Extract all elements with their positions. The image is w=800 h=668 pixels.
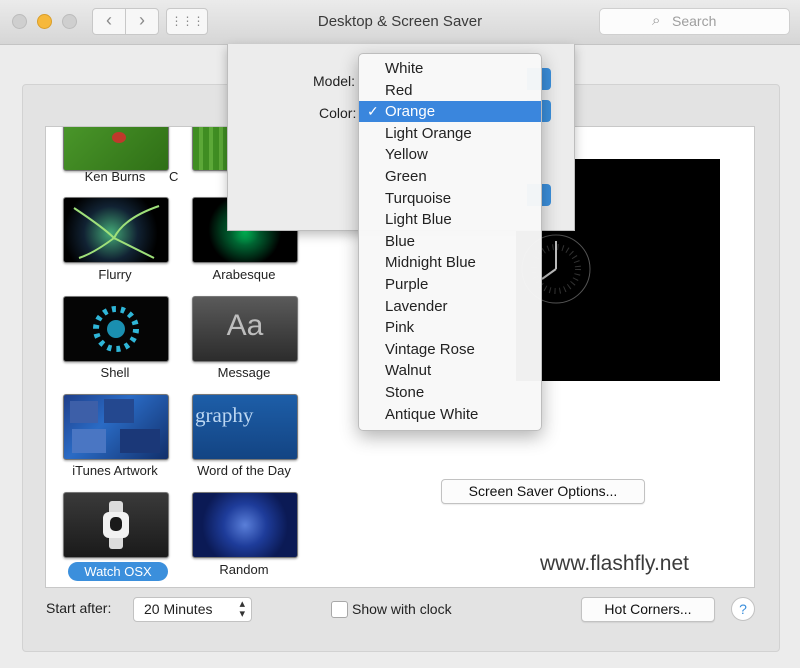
help-button[interactable]: ? bbox=[731, 597, 755, 621]
menu-item-light-blue[interactable]: Light Blue bbox=[359, 209, 541, 230]
menu-item-vintage-rose[interactable]: Vintage Rose bbox=[359, 339, 541, 360]
saver-thumb-shell[interactable] bbox=[63, 296, 169, 362]
color-label: Color: bbox=[319, 105, 357, 121]
menu-item-blue[interactable]: Blue bbox=[359, 231, 541, 252]
saver-thumb-random[interactable] bbox=[192, 492, 298, 558]
show-with-clock-label: Show with clock bbox=[352, 601, 452, 617]
saver-label: C bbox=[169, 169, 179, 184]
color-menu[interactable]: White Red ✓ Orange Light Orange Yellow G… bbox=[358, 53, 542, 431]
saver-thumb-message[interactable]: Aa bbox=[192, 296, 298, 362]
flurry-image bbox=[73, 205, 160, 259]
menu-item-midnight-blue[interactable]: Midnight Blue bbox=[359, 252, 541, 273]
title-bar: ‹ › ⋮⋮⋮ Desktop & Screen Saver ⌕ Search bbox=[0, 0, 800, 45]
saver-label: Word of the Day bbox=[197, 463, 291, 478]
menu-item-lavender[interactable]: Lavender bbox=[359, 296, 541, 317]
ladybug-image bbox=[112, 132, 126, 143]
saver-label-selected: Watch OSX bbox=[68, 562, 168, 581]
shell-image bbox=[93, 306, 139, 352]
saver-thumb-ken-burns[interactable] bbox=[63, 127, 169, 171]
hot-corners-button[interactable]: Hot Corners... bbox=[581, 597, 715, 622]
screen-saver-options-button[interactable]: Screen Saver Options... bbox=[441, 479, 645, 504]
message-thumb-text: Aa bbox=[226, 309, 264, 342]
model-label: Model: bbox=[313, 73, 356, 89]
menu-item-purple[interactable]: Purple bbox=[359, 274, 541, 295]
watch-icon bbox=[103, 501, 129, 549]
menu-item-pink[interactable]: Pink bbox=[359, 317, 541, 338]
search-input[interactable]: ⌕ Search bbox=[599, 8, 790, 35]
menu-item-light-orange[interactable]: Light Orange bbox=[359, 123, 541, 144]
menu-item-turquoise[interactable]: Turquoise bbox=[359, 188, 541, 209]
search-placeholder: Search bbox=[672, 13, 717, 29]
menu-item-label: Orange bbox=[385, 103, 436, 121]
saver-thumb-flurry[interactable] bbox=[63, 197, 169, 263]
menu-item-antique-white[interactable]: Antique White bbox=[359, 404, 541, 425]
menu-item-green[interactable]: Green bbox=[359, 166, 541, 187]
saver-label: Message bbox=[217, 365, 271, 380]
menu-item-yellow[interactable]: Yellow bbox=[359, 144, 541, 165]
word-thumb-text: graphy bbox=[195, 403, 254, 427]
saver-label: Random bbox=[219, 562, 269, 577]
menu-item-walnut[interactable]: Walnut bbox=[359, 360, 541, 381]
saver-label: Arabesque bbox=[212, 267, 276, 282]
checkmark-icon: ✓ bbox=[367, 103, 379, 120]
show-with-clock-checkbox[interactable] bbox=[331, 601, 348, 618]
menu-item-red[interactable]: Red bbox=[359, 80, 541, 101]
menu-item-stone[interactable]: Stone bbox=[359, 382, 541, 403]
menu-item-orange[interactable]: ✓ Orange bbox=[359, 101, 541, 123]
start-after-label: Start after: bbox=[46, 600, 112, 616]
start-after-value: 20 Minutes bbox=[144, 601, 213, 617]
saver-thumb-itunes-artwork[interactable] bbox=[63, 394, 169, 460]
search-icon: ⌕ bbox=[652, 12, 661, 29]
watermark: www.flashfly.net bbox=[540, 552, 689, 575]
saver-thumb-watch-osx[interactable] bbox=[63, 492, 169, 558]
menu-item-white[interactable]: White bbox=[359, 58, 541, 79]
saver-thumb-word-of-the-day[interactable]: graphy bbox=[192, 394, 298, 460]
updown-arrows-icon: ▴ ▾ bbox=[239, 598, 245, 620]
start-after-select[interactable]: 20 Minutes ▴ ▾ bbox=[133, 597, 252, 622]
